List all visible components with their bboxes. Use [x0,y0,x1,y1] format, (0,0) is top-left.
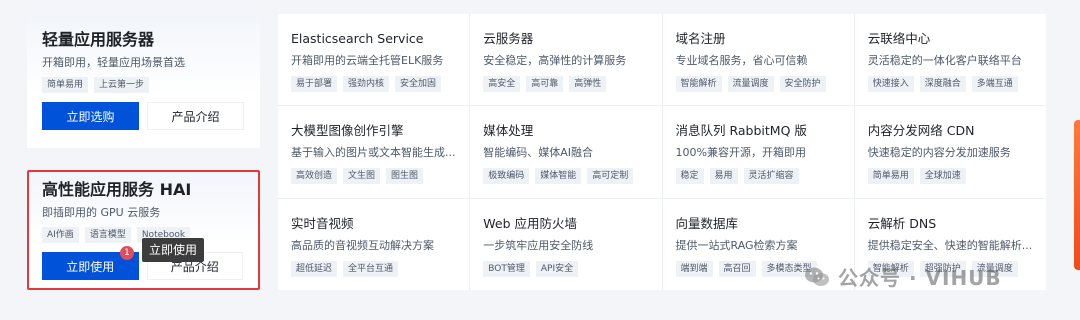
tag: 强劲内核 [343,76,390,92]
tag: 高可靠 [526,76,564,92]
tag-list: 高安全 高可靠 高弹性 [483,76,648,92]
product-card-rabbitmq[interactable]: 消息队列 RabbitMQ 版 100%兼容开源，开箱即用 稳定 易用 灵活扩缩… [662,106,854,198]
product-title: 云联络中心 [867,31,931,46]
tag-list: 简单易用 全球加速 [867,168,1033,185]
product-desc: 智能编码、媒体AI融合 [483,146,594,160]
product-title: 云解析 DNS [867,215,937,231]
product-desc: 开箱即用的云端全托管ELK服务 [291,54,444,67]
watermark-text: 公众号 · VIHUB [838,266,1002,290]
tag: 安全加固 [395,76,442,92]
tag-list: 超低延迟 全平台互通 [291,260,456,277]
tooltip: 立即使用 [142,238,205,262]
tag: 高可定制 [587,168,634,185]
tag-list: 易于部署 强劲内核 安全加固 [291,76,456,92]
product-card-image-engine[interactable]: 大模型图像创作引擎 基于输入的图片或文本智能生成... 高效创造 文生图 图生图 [278,106,470,198]
product-desc: 基于输入的图片或文本智能生成... [291,146,456,160]
tag: 高召回 [718,260,756,277]
product-desc: 安全稳定，高弹性的计算服务 [483,54,627,67]
product-title: 向量数据库 [675,215,739,231]
side-floating-tab[interactable] [1074,120,1080,270]
tag: 极致编码 [483,168,530,185]
tag: 全平台互通 [343,260,399,277]
product-title: 云服务器 [483,31,534,46]
product-title: 媒体处理 [483,123,534,139]
product-desc: 灵活稳定的一体化客户联络平台 [867,54,1022,67]
product-title: 实时音视频 [291,215,354,231]
tag: 端到端 [675,260,713,277]
tag: 稳定 [675,168,704,185]
tag: 超低延迟 [291,260,338,277]
product-title: 内容分发网络 CDN [867,123,975,139]
tag: API安全 [535,260,579,277]
product-intro-button[interactable]: 产品介绍 [147,102,244,130]
product-title: 大模型图像创作引擎 [291,123,404,139]
watermark: 公众号 · VIHUB [804,262,1002,291]
tag: 安全防护 [779,76,826,92]
tag: 简单易用 [867,168,914,185]
tag: AI作画 [42,227,79,243]
tag: 简单易用 [42,77,89,93]
tag-list: 简单易用 上云第一步 [42,77,245,93]
wechat-icon [805,267,829,286]
tag: 深度融合 [919,76,966,92]
tag: 高效创造 [291,168,338,185]
tag-list: BOT管理 API安全 [483,260,648,277]
product-card-waf[interactable]: Web 应用防火墙 一步筑牢应用安全防线 BOT管理 API安全 [470,198,662,290]
product-card-trtc[interactable]: 实时音视频 高品质的音视频互动解决方案 超低延迟 全平台互通 [278,198,470,290]
tag: 高安全 [483,76,521,92]
lighthouse-card: 轻量应用服务器 开箱即用，轻量应用场景首选 简单易用 上云第一步 立即选购 产品… [27,14,260,148]
product-desc: 快速稳定的内容分发加速服务 [867,146,1011,160]
product-card-domain[interactable]: 域名注册 专业域名服务，省心可信赖 智能解析 流量调度 安全防护 [662,14,854,106]
product-desc: 提供一站式RAG检索方案 [675,238,798,252]
card-subtitle: 开箱即用，轻量应用场景首选 [42,56,185,69]
tag: BOT管理 [483,260,530,277]
card-title: 高性能应用服务 HAI [42,180,192,199]
tag: 多端互通 [971,76,1018,92]
tag: 图生图 [386,168,424,185]
notification-badge: 1 [120,246,134,260]
tag: 上云第一步 [94,77,150,93]
tag: 媒体智能 [535,168,582,185]
product-desc: 专业域名服务，省心可信赖 [675,54,808,67]
product-card-cdn[interactable]: 内容分发网络 CDN 快速稳定的内容分发加速服务 简单易用 全球加速 [854,106,1046,198]
tag-list: 快速接入 深度融合 多端互通 [867,76,1033,92]
product-card-media[interactable]: 媒体处理 智能编码、媒体AI融合 极致编码 媒体智能 高可定制 [470,106,662,198]
tag: 易用 [709,168,738,185]
tag: 文生图 [343,168,381,185]
card-subtitle: 即插即用的 GPU 云服务 [42,206,161,219]
product-card-elasticsearch[interactable]: Elasticsearch Service 开箱即用的云端全托管ELK服务 易于… [278,14,470,106]
tag-list: 稳定 易用 灵活扩缩容 [675,168,841,185]
card-title: 轻量应用服务器 [42,30,155,49]
product-card-cvm[interactable]: 云服务器 安全稳定，高弹性的计算服务 高安全 高可靠 高弹性 [470,14,662,106]
product-desc: 高品质的音视频互动解决方案 [291,238,434,252]
tag: 智能解析 [675,76,722,92]
tag: 语言模型 [84,227,131,243]
tag-list: 高效创造 文生图 图生图 [291,168,456,185]
tag: 快速接入 [867,76,914,92]
product-title: 消息队列 RabbitMQ 版 [675,123,807,139]
tag-list: 智能解析 流量调度 安全防护 [675,76,841,92]
product-card-ccc[interactable]: 云联络中心 灵活稳定的一体化客户联络平台 快速接入 深度融合 多端互通 [854,14,1046,106]
tag-list: 极致编码 媒体智能 高可定制 [483,168,648,185]
tag: 全球加速 [919,168,966,185]
product-grid: Elasticsearch Service 开箱即用的云端全托管ELK服务 易于… [278,14,1046,290]
button-row: 立即使用 产品介绍 1 立即使用 [42,238,243,280]
product-title: Web 应用防火墙 [483,215,577,231]
tag: 流量调度 [727,76,774,92]
product-desc: 一步筑牢应用安全防线 [483,238,594,252]
product-desc: 100%兼容开源，开箱即用 [675,146,806,160]
tag: 易于部署 [291,76,338,92]
tag: 灵活扩缩容 [743,168,799,185]
hai-card: 高性能应用服务 HAI 即插即用的 GPU 云服务 AI作画 语言模型 Note… [27,170,260,290]
tag: 高弹性 [569,76,607,92]
product-title: Elasticsearch Service [291,31,424,46]
product-title: 域名注册 [675,31,726,46]
button-row: 立即选购 产品介绍 [42,102,245,130]
product-desc: 提供稳定安全、快速的智能解析... [867,238,1033,252]
buy-now-button[interactable]: 立即选购 [42,102,139,130]
